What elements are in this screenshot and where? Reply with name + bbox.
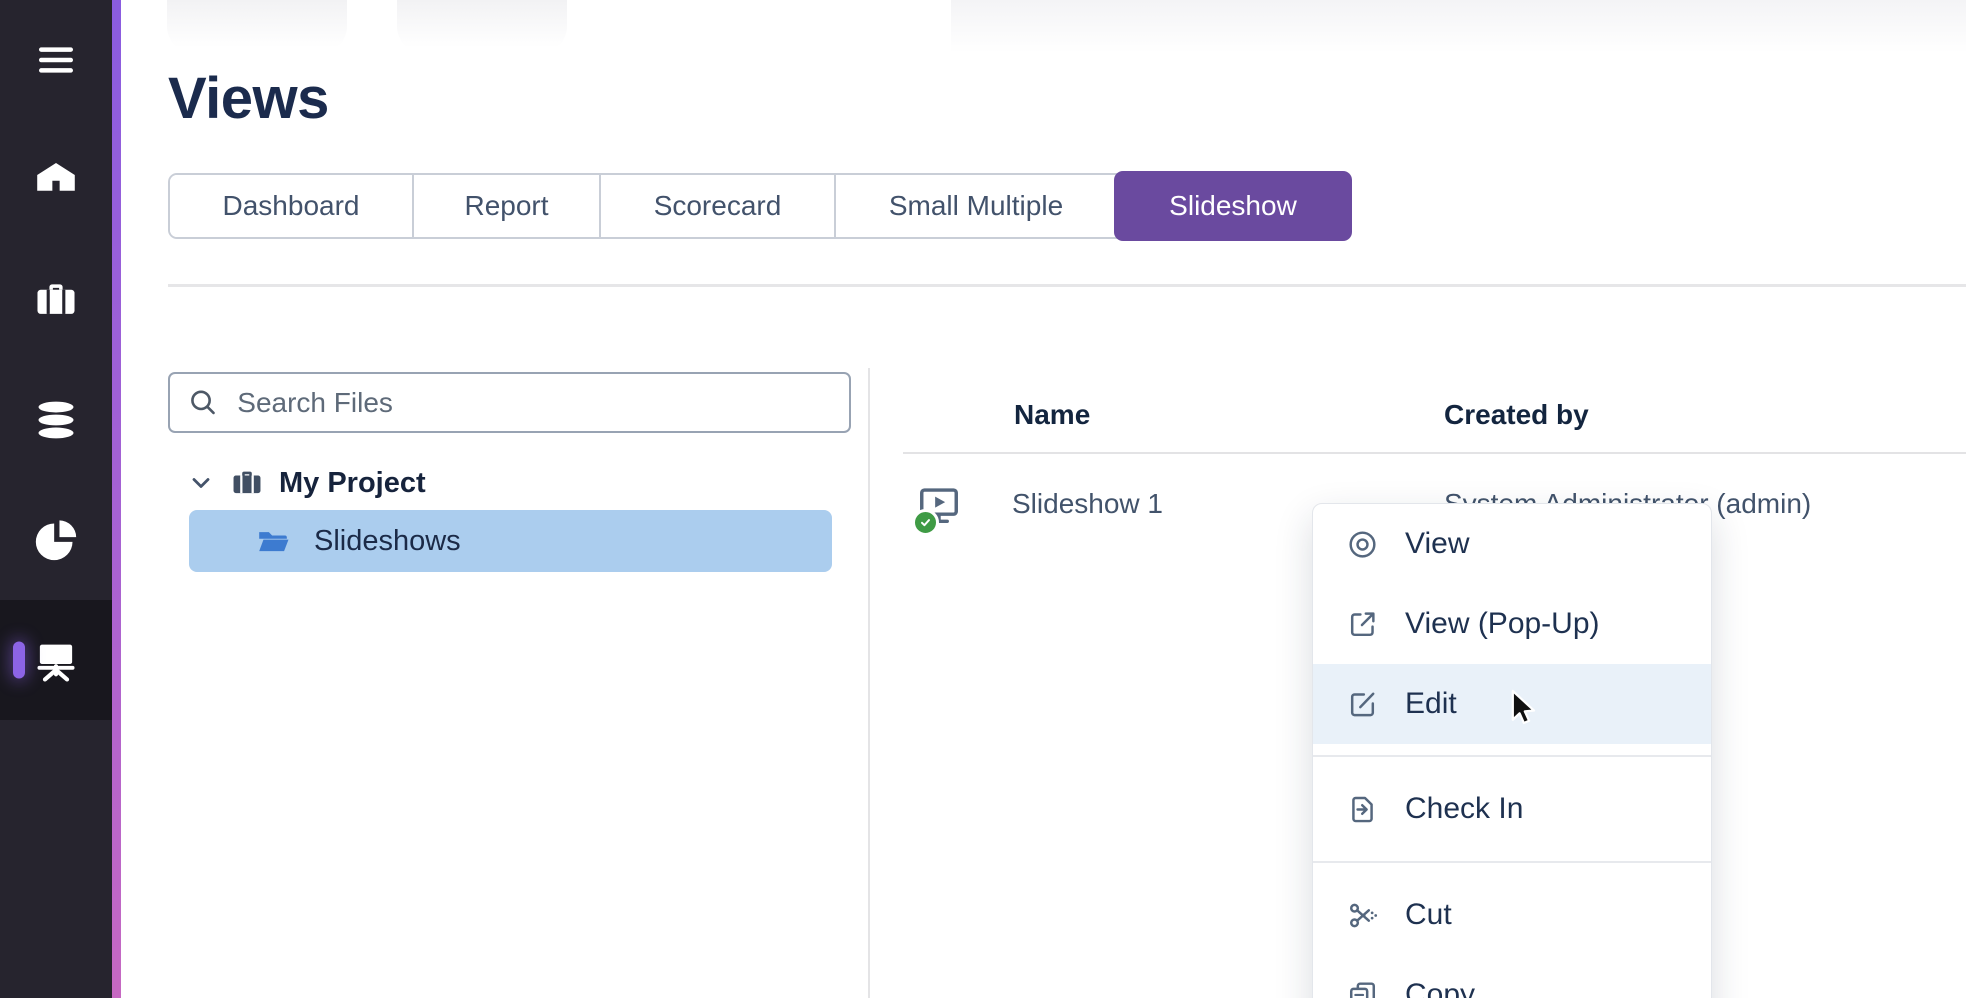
menu-spacer <box>1313 744 1711 755</box>
context-menu: View View (Pop-Up) Edit <box>1312 503 1712 998</box>
view-type-tabs: Dashboard Report Scorecard Small Multipl… <box>168 173 1352 239</box>
table-row-name[interactable]: Slideshow 1 <box>1012 488 1163 520</box>
table-header-divider <box>903 452 1966 454</box>
pie-chart-icon <box>34 518 78 562</box>
sidebar-item-menu[interactable] <box>0 0 112 120</box>
briefcase-icon <box>34 278 78 322</box>
menu-item-label: Edit <box>1405 687 1457 721</box>
menu-item-copy[interactable]: Copy <box>1313 955 1711 998</box>
database-icon <box>35 399 77 441</box>
column-header-created-by: Created by <box>1444 399 1589 431</box>
menu-item-edit[interactable]: Edit <box>1313 664 1711 744</box>
app-window: Views Dashboard Report Scorecard Small M… <box>0 0 1966 998</box>
main-content: Views Dashboard Report Scorecard Small M… <box>121 0 1966 998</box>
active-indicator <box>13 642 25 679</box>
tree-node-label: Slideshows <box>314 525 461 558</box>
home-icon <box>33 157 79 203</box>
sidebar-item-data[interactable] <box>0 360 112 480</box>
check-in-icon <box>1346 793 1379 826</box>
slideshow-file-icon <box>916 482 962 528</box>
edit-icon <box>1346 688 1379 721</box>
top-shadow-decoration <box>397 0 567 54</box>
menu-item-cut[interactable]: Cut <box>1313 875 1711 955</box>
menu-item-label: Copy <box>1405 978 1475 998</box>
menu-item-label: View <box>1405 527 1469 561</box>
tree-node-label: My Project <box>279 467 426 500</box>
top-shadow-decoration <box>167 0 347 54</box>
menu-group: Check In <box>1313 757 1711 861</box>
checked-in-badge-icon <box>912 509 939 536</box>
chevron-down-icon[interactable] <box>187 469 215 497</box>
menu-item-view[interactable]: View <box>1313 504 1711 584</box>
hamburger-icon <box>36 40 76 80</box>
tree-node-my-project[interactable]: My Project <box>187 460 426 506</box>
easel-icon <box>34 638 78 682</box>
sidebar-item-home[interactable] <box>0 120 112 240</box>
popup-external-icon <box>1346 608 1379 641</box>
open-folder-icon <box>257 525 290 558</box>
tab-small-multiple[interactable]: Small Multiple <box>834 175 1116 237</box>
cut-scissors-icon <box>1346 899 1379 932</box>
tab-dashboard[interactable]: Dashboard <box>170 175 412 237</box>
sidebar-item-analytics[interactable] <box>0 480 112 600</box>
project-briefcase-icon <box>231 467 263 499</box>
sidebar-item-projects[interactable] <box>0 240 112 360</box>
sidebar-accent-strip <box>112 0 121 998</box>
sidebar <box>0 0 112 998</box>
section-divider <box>168 284 1966 287</box>
tree-node-slideshows-selected[interactable]: Slideshows <box>189 510 832 572</box>
file-search <box>168 372 851 433</box>
tab-slideshow[interactable]: Slideshow <box>1114 171 1352 241</box>
column-header-name: Name <box>1014 399 1090 431</box>
search-icon <box>188 386 219 420</box>
pane-divider <box>868 368 870 998</box>
copy-icon <box>1346 979 1379 998</box>
page-title: Views <box>168 63 329 136</box>
menu-item-view-popup[interactable]: View (Pop-Up) <box>1313 584 1711 664</box>
search-input[interactable] <box>235 386 831 420</box>
view-eye-icon <box>1346 528 1379 561</box>
menu-item-label: Check In <box>1405 792 1523 826</box>
top-shadow-decoration <box>951 0 1966 58</box>
menu-group: Cut Copy <box>1313 863 1711 998</box>
sidebar-item-slideshows[interactable] <box>0 600 112 720</box>
tab-report[interactable]: Report <box>412 175 599 237</box>
menu-item-label: View (Pop-Up) <box>1405 607 1600 641</box>
tab-scorecard[interactable]: Scorecard <box>599 175 834 237</box>
menu-item-check-in[interactable]: Check In <box>1313 769 1711 849</box>
menu-item-label: Cut <box>1405 898 1452 932</box>
